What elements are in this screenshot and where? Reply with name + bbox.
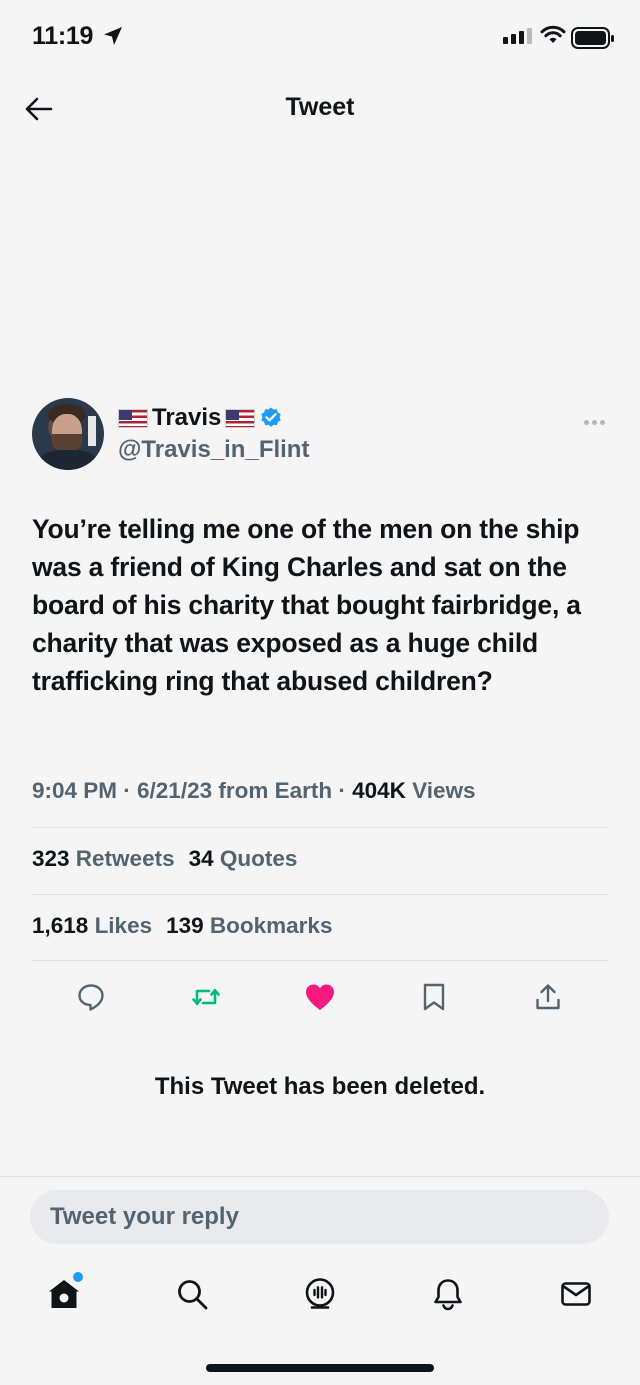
battery-icon (571, 27, 614, 49)
divider (32, 960, 608, 961)
retweet-icon (192, 988, 220, 1006)
us-flag-icon (118, 408, 148, 428)
quotes-stat[interactable]: 34 Quotes (189, 846, 298, 871)
reply-button[interactable] (74, 980, 108, 1014)
retweets-stat[interactable]: 323 Retweets (32, 846, 175, 871)
share-icon (536, 984, 560, 1010)
bookmark-button[interactable] (417, 980, 451, 1014)
nav-search[interactable] (174, 1276, 210, 1312)
divider (32, 827, 608, 828)
wifi-icon (540, 25, 566, 43)
status-time: 11:19 (32, 22, 94, 50)
bookmarks-stat[interactable]: 139 Bookmarks (166, 913, 332, 938)
us-flag-icon (225, 408, 256, 428)
bookmark-icon (423, 983, 445, 1011)
author-name-row[interactable]: Travis (118, 404, 283, 432)
retweet-button[interactable] (189, 980, 223, 1014)
location-arrow-icon (104, 27, 122, 45)
tweet-text: You’re telling me one of the men on the … (32, 514, 581, 696)
messages-icon (561, 1282, 591, 1306)
retweet-quote-stats: 323 Retweets 34 Quotes (32, 846, 297, 872)
divider (0, 1176, 640, 1177)
nav-messages[interactable] (558, 1276, 594, 1312)
avatar[interactable] (32, 398, 104, 470)
more-options-icon[interactable] (584, 412, 608, 430)
reply-icon (78, 984, 104, 1011)
search-icon (178, 1280, 208, 1310)
spaces-icon (305, 1278, 335, 1309)
verified-badge-icon (261, 407, 282, 427)
views-label: Views (405, 778, 476, 803)
share-button[interactable] (531, 980, 565, 1014)
home-notification-dot (71, 1270, 85, 1284)
page-title: Tweet (285, 93, 355, 121)
like-button[interactable] (303, 980, 337, 1014)
author-handle[interactable]: @Travis_in_Flint (118, 436, 309, 464)
reply-input[interactable]: Tweet your reply (30, 1190, 609, 1244)
cellular-signal-icon (503, 28, 532, 44)
tweet-meta: 9:04 PM · 6/21/23 from Earth · 404K View… (32, 778, 476, 804)
nav-notifications[interactable] (430, 1276, 466, 1312)
home-indicator (206, 1364, 434, 1372)
notifications-icon (434, 1279, 462, 1311)
like-bookmark-stats: 1,618 Likes 139 Bookmarks (32, 913, 332, 939)
views-count[interactable]: 404K (352, 778, 406, 803)
author-name: Travis (152, 404, 222, 431)
divider (32, 894, 608, 895)
likes-stat[interactable]: 1,618 Likes (32, 913, 152, 938)
tweet-timestamp: 9:04 PM · 6/21/23 from Earth · (32, 778, 353, 803)
like-icon (306, 984, 334, 1010)
deleted-tweet-notice: This Tweet has been deleted. (154, 1073, 486, 1100)
nav-spaces[interactable] (302, 1276, 338, 1312)
